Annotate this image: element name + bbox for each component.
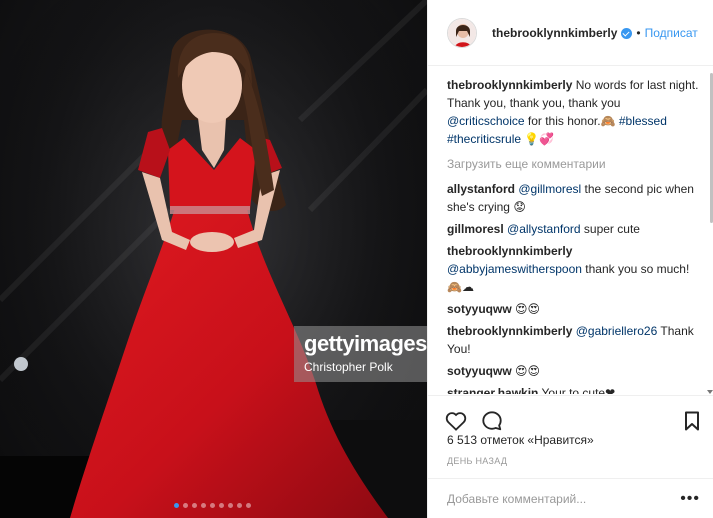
follow-button[interactable]: Подписат: [645, 26, 698, 40]
comment-username[interactable]: thebrooklynnkimberly: [447, 324, 572, 338]
comment-item: thebrooklynnkimberly @abbyjameswitherspo…: [447, 242, 700, 296]
comment-text: 😍😍: [515, 364, 541, 378]
comments-list[interactable]: thebrooklynnkimberly No words for last n…: [428, 67, 713, 394]
comment-mention[interactable]: @abbyjameswitherspoon: [447, 262, 582, 276]
add-comment-input[interactable]: [447, 491, 681, 506]
post-header: thebrooklynnkimberly • Подписат: [428, 0, 713, 66]
comment-username[interactable]: sotyyuqww: [447, 302, 512, 316]
comment-text: super cute: [580, 222, 640, 236]
like-heart-icon[interactable]: [445, 411, 467, 431]
avatar[interactable]: [447, 17, 477, 48]
comment-item: thebrooklynnkimberly @gabriellero26 Than…: [447, 322, 700, 358]
carousel-dot[interactable]: [192, 503, 197, 508]
comment-item: allystanford @gillmoresl the second pic …: [447, 180, 700, 216]
more-options-icon[interactable]: •••: [680, 490, 700, 508]
carousel-indicator: [174, 503, 251, 508]
post-actions: [428, 395, 713, 435]
comment-mention[interactable]: @gabriellero26: [576, 324, 658, 338]
getty-watermark: gettyimages Christopher Polk: [294, 326, 427, 382]
carousel-dot[interactable]: [183, 503, 188, 508]
header-separator: •: [636, 25, 641, 40]
caption-text-3: 💡💞: [521, 132, 555, 146]
verified-badge-icon: [621, 28, 633, 39]
caption-hashtag-blessed[interactable]: #blessed: [619, 114, 667, 128]
instagram-post-view: gettyimages Christopher Polk thebrooklyn…: [0, 0, 713, 518]
comment-username[interactable]: stranger.hawkin: [447, 386, 538, 394]
comment-item: sotyyuqww 😍😍: [447, 362, 700, 380]
caption-text-2: for this honor.🙈: [524, 114, 619, 128]
comment-username[interactable]: allystanford: [447, 182, 515, 196]
caption-username[interactable]: thebrooklynnkimberly: [447, 78, 572, 92]
load-more-comments-button[interactable]: Загрузить еще комментарии: [447, 156, 700, 172]
carousel-dot[interactable]: [174, 503, 179, 508]
save-bookmark-icon[interactable]: [684, 411, 700, 431]
post-timestamp: ДЕНЬ НАЗАД: [447, 456, 508, 466]
scroll-down-arrow-icon[interactable]: [707, 390, 713, 394]
avatar-image: [448, 18, 476, 47]
comment-username[interactable]: gillmoresl: [447, 222, 504, 236]
header-username[interactable]: thebrooklynnkimberly: [492, 26, 617, 40]
carousel-dot[interactable]: [228, 503, 233, 508]
carousel-dot[interactable]: [246, 503, 251, 508]
comment-username[interactable]: sotyyuqww: [447, 364, 512, 378]
comment-username[interactable]: thebrooklynnkimberly: [447, 244, 572, 258]
carousel-dot[interactable]: [201, 503, 206, 508]
comment-mention[interactable]: @allystanford: [507, 222, 581, 236]
carousel-dot[interactable]: [219, 503, 224, 508]
comment-item: gillmoresl @allystanford super cute: [447, 220, 700, 238]
photo-scene: [0, 0, 427, 518]
post-photo[interactable]: gettyimages Christopher Polk: [0, 0, 427, 518]
add-comment-bar: •••: [428, 478, 713, 518]
comments-scrollbar[interactable]: [707, 67, 713, 394]
caption-hashtag-thecriticsrule[interactable]: #thecriticsrule: [447, 132, 521, 146]
comment-text: Your to cute❤: [541, 386, 616, 394]
carousel-dot[interactable]: [237, 503, 242, 508]
watermark-logo: gettyimages: [304, 331, 427, 356]
carousel-dot[interactable]: [210, 503, 215, 508]
post-details-panel: thebrooklynnkimberly • Подписат thebrook…: [427, 0, 713, 518]
watermark-credit: Christopher Polk: [304, 360, 393, 374]
comment-text: 😍😍: [515, 302, 541, 316]
comment-item: stranger.hawkin Your to cute❤: [447, 384, 700, 394]
caption-mention[interactable]: @criticschoice: [447, 114, 525, 128]
comment-mention[interactable]: @gillmoresl: [518, 182, 581, 196]
comment-bubble-icon[interactable]: [481, 410, 503, 432]
post-caption: thebrooklynnkimberly No words for last n…: [447, 76, 700, 148]
comment-item: sotyyuqww 😍😍: [447, 300, 700, 318]
likes-count[interactable]: 6 513 отметок «Нравится»: [447, 433, 594, 447]
comment-rows: allystanford @gillmoresl the second pic …: [447, 180, 700, 394]
